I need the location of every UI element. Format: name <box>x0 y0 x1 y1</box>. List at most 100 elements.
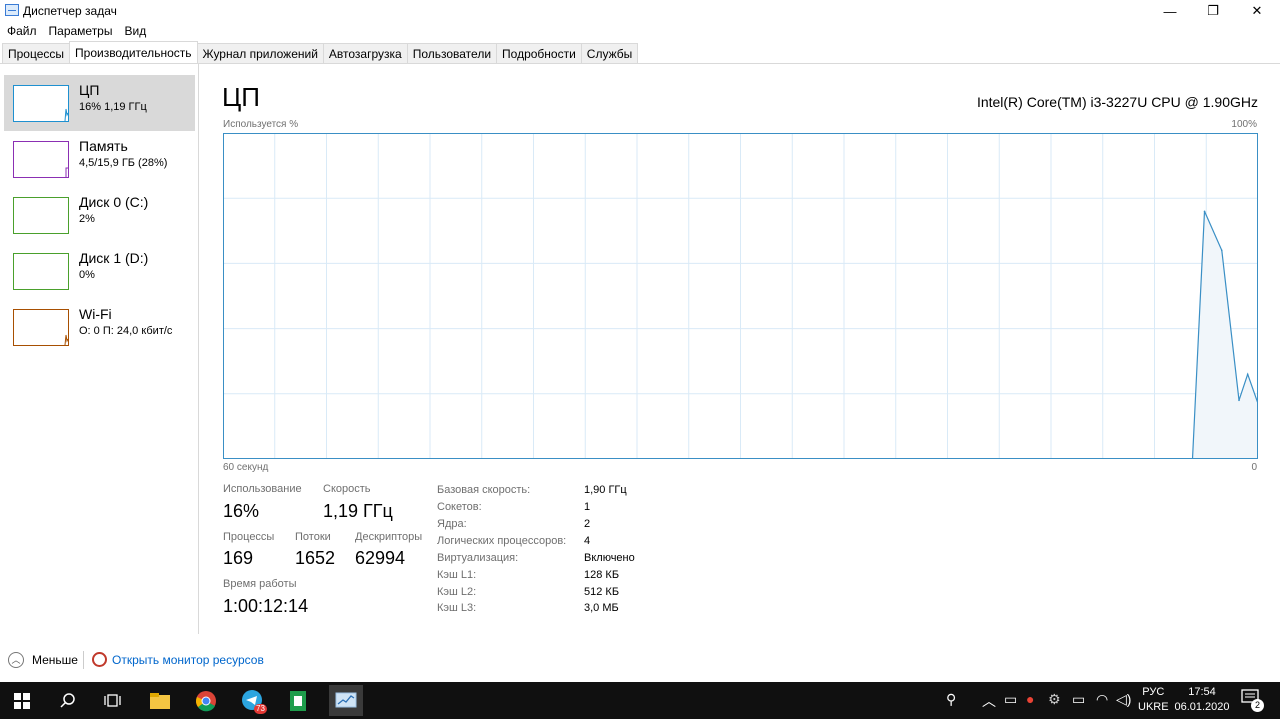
telegram-badge: 73 <box>254 704 267 714</box>
menu-view[interactable]: Вид <box>123 22 152 40</box>
battery-icon[interactable]: ▭ <box>1072 691 1085 708</box>
speed-value: 1,19 ГГц <box>323 501 393 521</box>
l3-cache-label: Кэш L3: <box>437 602 477 614</box>
fewer-details-button[interactable]: Меньше <box>32 653 78 667</box>
x-axis-zero-label: 0 <box>1251 462 1257 473</box>
sockets-value: 1 <box>584 501 591 513</box>
clock-date: 06.01.2020 <box>1174 701 1230 713</box>
close-button[interactable]: ✕ <box>1234 0 1280 22</box>
cpu-usage-point <box>1220 249 1223 252</box>
y-axis-max-label: 100% <box>1231 119 1257 130</box>
chrome-tray-icon[interactable]: ● <box>1026 691 1034 707</box>
page-title: ЦП <box>222 82 260 112</box>
cpu-usage-point <box>1246 373 1249 376</box>
menu-options[interactable]: Параметры <box>48 22 119 40</box>
uptime-value: 1:00:12:14 <box>223 596 309 616</box>
task-manager-icon <box>5 4 19 16</box>
memory-thumbnail <box>13 141 69 178</box>
sidebar-item-wifi[interactable]: Wi-Fi О: 0 П: 24,0 кбит/с <box>4 299 195 355</box>
wifi-icon[interactable]: ◠ <box>1096 691 1108 708</box>
disk1-thumbnail <box>13 253 69 290</box>
uptime-label: Время работы <box>223 578 297 590</box>
language-indicator[interactable]: РУС UKRE <box>1138 685 1169 715</box>
cores-value: 2 <box>584 518 591 530</box>
cpu-usage-graph <box>223 133 1258 459</box>
usage-value: 16% <box>223 501 260 521</box>
usage-label: Использование <box>223 483 302 495</box>
virtualization-label: Виртуализация: <box>437 552 519 564</box>
open-resource-monitor-link[interactable]: Открыть монитор ресурсов <box>112 653 264 667</box>
processes-label: Процессы <box>223 531 275 543</box>
chevron-up-icon[interactable]: ︿ <box>982 691 996 711</box>
performance-sidebar: ЦП 16% 1,19 ГГц Память 4,5/15,9 ГБ (28%)… <box>0 64 199 634</box>
tab-details[interactable]: Подробности <box>496 43 582 64</box>
tab-performance[interactable]: Производительность <box>69 41 198 63</box>
taskbar: 73 ⚲ ︿ ▭ ● ⚙ ▭ ◠ ◁) РУС UKRE 17:54 06.01… <box>0 682 1280 719</box>
window-title: Диспетчер задач <box>23 4 117 18</box>
handles-label: Дескрипторы <box>355 531 423 543</box>
sidebar-item-detail: 4,5/15,9 ГБ (28%) <box>79 157 168 169</box>
tab-processes[interactable]: Процессы <box>2 43 71 64</box>
logical-processors-value: 4 <box>584 535 591 547</box>
minimize-button[interactable]: — <box>1147 0 1193 22</box>
sidebar-item-detail: О: 0 П: 24,0 кбит/с <box>79 325 173 337</box>
handles-value: 62994 <box>355 548 406 568</box>
footer: ︿ Меньше Открыть монитор ресурсов <box>0 634 1280 682</box>
task-view-icon[interactable] <box>100 688 126 714</box>
notes-icon[interactable]: ▭ <box>1004 691 1017 708</box>
search-icon[interactable] <box>55 688 81 714</box>
footer-divider <box>83 651 84 669</box>
l3-cache-value: 3,0 МБ <box>584 602 619 614</box>
tab-services[interactable]: Службы <box>580 43 639 64</box>
chevron-up-icon[interactable]: ︿ <box>8 652 24 668</box>
sidebar-item-label: Диск 1 (D:) <box>79 250 149 266</box>
sidebar-item-detail: 16% 1,19 ГГц <box>79 101 147 113</box>
language-code: РУС <box>1142 686 1165 698</box>
base-speed-label: Базовая скорость: <box>437 484 531 496</box>
settings-tray-icon[interactable]: ⚙ <box>1048 691 1061 708</box>
file-explorer-icon[interactable] <box>147 688 173 714</box>
clock-time: 17:54 <box>1188 686 1216 698</box>
threads-value: 1652 <box>295 548 336 568</box>
keyboard-layout: UKRE <box>1138 701 1169 713</box>
x-axis-label: 60 секунд <box>223 462 269 473</box>
speed-label: Скорость <box>323 483 371 495</box>
clock[interactable]: 17:54 06.01.2020 <box>1174 685 1230 715</box>
menu-file[interactable]: Файл <box>6 22 43 40</box>
resource-monitor-icon[interactable] <box>92 652 107 667</box>
sidebar-item-disk0[interactable]: Диск 0 (C:) 2% <box>4 187 195 243</box>
virtualization-value: Включено <box>584 552 635 564</box>
sidebar-item-label: Wi-Fi <box>79 306 112 322</box>
sidebar-item-memory[interactable]: Память 4,5/15,9 ГБ (28%) <box>4 131 195 187</box>
y-axis-label: Используется % <box>223 119 299 130</box>
spreadsheet-icon[interactable] <box>285 688 311 714</box>
people-icon[interactable]: ⚲ <box>946 691 956 708</box>
sidebar-item-detail: 2% <box>79 213 95 225</box>
sidebar-item-disk1[interactable]: Диск 1 (D:) 0% <box>4 243 195 299</box>
disk0-thumbnail <box>13 197 69 234</box>
base-speed-value: 1,90 ГГц <box>584 484 627 496</box>
sidebar-item-detail: 0% <box>79 269 95 281</box>
cpu-usage-point <box>1238 399 1240 402</box>
notification-count-badge: 2 <box>1251 699 1264 712</box>
sidebar-item-cpu[interactable]: ЦП 16% 1,19 ГГц <box>4 75 195 131</box>
title-bar: Диспетчер задач — ❐ ✕ <box>0 0 1280 22</box>
cpu-model-name: Intel(R) Core(TM) i3-3227U CPU @ 1.90GHz <box>976 94 1258 110</box>
task-manager-taskbar-icon[interactable] <box>329 685 363 716</box>
cpu-usage-point <box>1203 210 1206 213</box>
windows-start-icon[interactable] <box>9 688 35 714</box>
tab-startup[interactable]: Автозагрузка <box>322 43 408 64</box>
l1-cache-value: 128 КБ <box>584 569 620 581</box>
cores-label: Ядра: <box>437 518 467 530</box>
l1-cache-label: Кэш L1: <box>437 569 477 581</box>
volume-icon[interactable]: ◁) <box>1116 691 1131 708</box>
menu-bar: Файл Параметры Вид <box>0 22 157 40</box>
chrome-icon[interactable] <box>193 688 219 714</box>
maximize-button[interactable]: ❐ <box>1190 0 1236 22</box>
l2-cache-label: Кэш L2: <box>437 586 477 598</box>
tab-app-history[interactable]: Журнал приложений <box>196 43 324 64</box>
tab-users[interactable]: Пользователи <box>406 43 498 64</box>
tab-strip: Процессы Производительность Журнал прило… <box>2 41 639 64</box>
sidebar-item-label: Диск 0 (C:) <box>79 194 149 210</box>
logical-processors-label: Логических процессоров: <box>437 535 567 547</box>
